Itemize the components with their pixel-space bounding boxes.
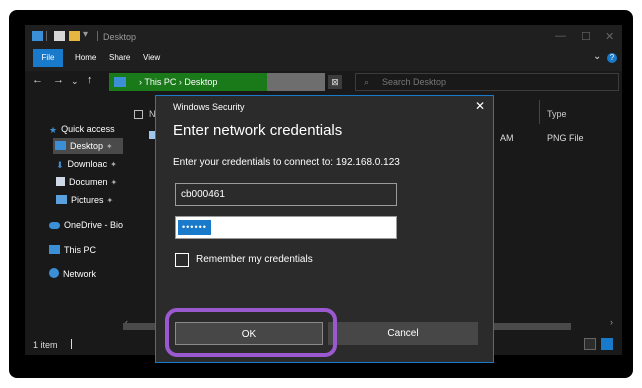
back-arrow-icon[interactable]: ←: [32, 74, 43, 86]
address-bar[interactable]: › This PC › Desktop: [109, 73, 267, 91]
document-icon: [56, 177, 65, 186]
sidebar-item-pictures[interactable]: Pictures ✦: [56, 192, 113, 208]
pc-icon: [49, 245, 60, 254]
pin-icon: ✦: [106, 142, 113, 151]
select-all-checkbox[interactable]: [134, 110, 143, 119]
tab-file[interactable]: File: [33, 49, 63, 67]
close-button[interactable]: ✕: [605, 30, 614, 43]
sidebar-item-downloads[interactable]: ⬇ Downloac ✦: [56, 156, 117, 172]
expand-ribbon-icon[interactable]: ⌄: [593, 51, 601, 62]
column-divider[interactable]: [539, 100, 540, 124]
this-pc-icon: [114, 77, 126, 87]
star-icon: ★: [49, 125, 58, 135]
breadcrumb[interactable]: › This PC › Desktop: [139, 73, 217, 91]
recent-locations-icon[interactable]: ⌄: [71, 76, 79, 87]
pin-icon: ✦: [110, 160, 117, 169]
download-icon: ⬇: [56, 160, 64, 170]
sidebar-item-onedrive[interactable]: OneDrive - Bio: [49, 217, 123, 233]
title-bar: ▾ Desktop — ☐ ✕: [25, 25, 622, 49]
ribbon-tabs: File Home Share View ⌄ ?: [25, 49, 622, 71]
remember-checkbox[interactable]: [175, 253, 189, 267]
tab-home[interactable]: Home: [75, 49, 96, 67]
new-folder-icon[interactable]: [69, 31, 80, 41]
sidebar-item-network[interactable]: Network: [49, 266, 96, 282]
minimize-button[interactable]: —: [555, 30, 566, 42]
cancel-button[interactable]: Cancel: [328, 322, 478, 345]
search-placeholder: Search Desktop: [382, 77, 447, 87]
tab-view[interactable]: View: [143, 49, 160, 67]
close-icon[interactable]: ✕: [475, 99, 485, 113]
file-date-modified: AM: [500, 133, 514, 143]
clear-address-icon[interactable]: ⊠: [328, 75, 342, 89]
sidebar-item-desktop[interactable]: Desktop ✦: [53, 138, 123, 154]
large-icons-view-icon[interactable]: [601, 338, 613, 350]
file-type: PNG File: [547, 133, 584, 143]
tab-share[interactable]: Share: [109, 49, 130, 67]
pictures-icon: [56, 195, 67, 204]
help-icon[interactable]: ?: [607, 53, 617, 63]
navigation-bar: ← → ⌄ ↑ › This PC › Desktop ⊠ ⌕ Search D…: [25, 71, 622, 93]
ok-button-highlight: [165, 308, 337, 357]
password-field[interactable]: ••••••: [175, 216, 397, 239]
divider: [97, 31, 98, 41]
username-field[interactable]: cb000461: [175, 183, 397, 206]
quick-access-dropdown-icon[interactable]: ▾: [83, 29, 88, 40]
search-icon: ⌕: [364, 77, 370, 87]
status-divider: [71, 339, 72, 349]
up-arrow-icon[interactable]: ↑: [87, 74, 93, 86]
network-icon: [49, 268, 59, 278]
dialog-title: Enter network credentials: [173, 122, 343, 139]
divider: [46, 31, 47, 41]
search-input[interactable]: ⌕ Search Desktop: [355, 73, 619, 91]
explorer-app-icon: [32, 31, 43, 41]
window-title: Desktop: [103, 32, 137, 42]
sidebar-item-quick-access[interactable]: ★ Quick access: [49, 121, 115, 137]
scroll-right-icon[interactable]: ›: [610, 317, 613, 327]
dialog-caption: Windows Security: [173, 102, 245, 112]
pin-icon: ✦: [106, 196, 114, 205]
details-view-icon[interactable]: [584, 338, 596, 350]
forward-arrow-icon[interactable]: →: [53, 74, 64, 86]
pin-icon: ✦: [110, 178, 118, 187]
maximize-button[interactable]: ☐: [581, 30, 591, 43]
navigation-pane: ★ Quick access Desktop ✦ ⬇ Downloac ✦ Docume…: [25, 93, 123, 333]
cloud-icon: [49, 222, 60, 229]
password-value: ••••••: [178, 220, 211, 235]
dialog-description: Enter your credentials to connect to: 19…: [173, 157, 400, 168]
remember-label: Remember my credentials: [196, 254, 313, 265]
item-count: 1 item: [33, 340, 58, 350]
desktop-icon: [55, 141, 66, 150]
column-header-type[interactable]: Type: [547, 109, 567, 119]
properties-icon[interactable]: [54, 31, 65, 41]
address-bar-empty[interactable]: [267, 73, 325, 91]
sidebar-item-this-pc[interactable]: This PC: [49, 242, 96, 258]
sidebar-item-documents[interactable]: Documen ✦: [56, 174, 117, 190]
